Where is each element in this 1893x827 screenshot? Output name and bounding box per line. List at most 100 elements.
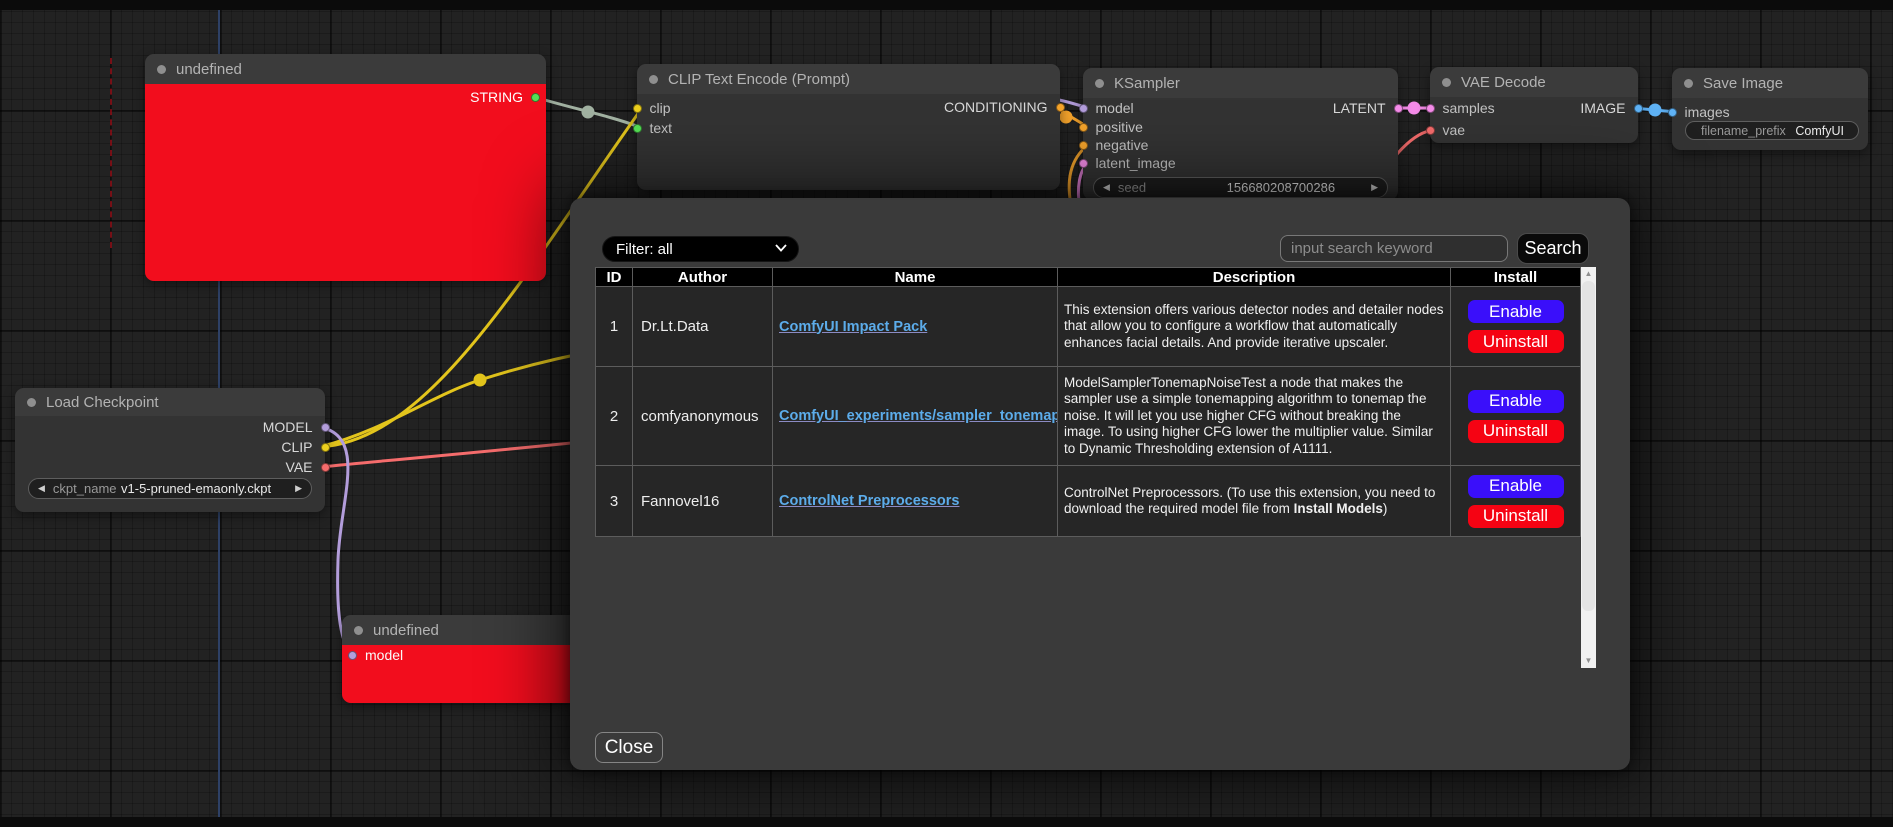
port-label: negative <box>1096 137 1149 153</box>
node-status-dot <box>1095 79 1104 88</box>
node-status-dot <box>27 398 36 407</box>
reroute-dot-string[interactable] <box>582 106 595 119</box>
seed-widget[interactable]: ◀ seed 156680208700286 ▶ <box>1093 177 1388 198</box>
node-vae-decode[interactable]: VAE Decode samples vae IMAGE <box>1430 67 1638 143</box>
enable-button[interactable]: Enable <box>1466 298 1566 325</box>
scroll-up-icon[interactable]: ▲ <box>1581 267 1596 281</box>
port-label: STRING <box>470 89 523 105</box>
port-dot-clip-out[interactable] <box>321 443 330 452</box>
cell-author: Fannovel16 <box>633 466 773 537</box>
input-negative[interactable]: negative <box>1079 135 1149 155</box>
port-dot-model-out[interactable] <box>321 423 330 432</box>
node-title: undefined <box>176 61 242 78</box>
port-label: IMAGE <box>1580 100 1625 116</box>
col-header-install: Install <box>1451 268 1581 287</box>
output-latent[interactable]: LATENT <box>1333 98 1403 118</box>
port-label: VAE <box>286 459 313 475</box>
description-bold: Install Models <box>1294 501 1383 516</box>
port-label: model <box>365 647 403 663</box>
uninstall-button[interactable]: Uninstall <box>1466 418 1566 445</box>
input-model[interactable]: model <box>1079 98 1134 118</box>
col-header-author: Author <box>633 268 773 287</box>
port-dot-image[interactable] <box>1634 104 1643 113</box>
input-vae[interactable]: vae <box>1426 120 1466 140</box>
increment-arrow-icon[interactable]: ▶ <box>1371 183 1378 192</box>
port-dot-text[interactable] <box>633 124 642 133</box>
extension-table-wrap: ID Author Name Description Install 1 Dr.… <box>595 267 1596 668</box>
port-dot-images[interactable] <box>1668 108 1677 117</box>
cell-description: ControlNet Preprocessors. (To use this e… <box>1058 466 1451 537</box>
uninstall-button[interactable]: Uninstall <box>1466 503 1566 530</box>
port-dot-vae[interactable] <box>1426 126 1435 135</box>
input-samples[interactable]: samples <box>1426 98 1495 118</box>
output-string[interactable]: STRING <box>470 87 540 107</box>
port-label: samples <box>1443 100 1495 116</box>
port-dot-positive[interactable] <box>1079 123 1088 132</box>
node-clip-text-encode[interactable]: CLIP Text Encode (Prompt) clip text COND… <box>637 64 1060 190</box>
col-header-id: ID <box>596 268 633 287</box>
filter-select[interactable]: Filter: all <box>602 236 799 262</box>
input-images[interactable]: images <box>1668 102 1730 122</box>
comfyui-canvas[interactable]: undefined STRING CLIP Text Encode (Promp… <box>0 0 1893 827</box>
port-dot-model-in[interactable] <box>348 651 357 660</box>
node-save-image[interactable]: Save Image images filename_prefix ComfyU… <box>1672 68 1868 150</box>
col-header-description: Description <box>1058 268 1451 287</box>
filter-dropdown-wrap: Filter: all <box>602 236 799 262</box>
extension-link[interactable]: ComfyUI_experiments/sampler_tonemap <box>779 408 1058 424</box>
reroute-dot-latent[interactable] <box>1408 102 1421 115</box>
uninstall-button[interactable]: Uninstall <box>1466 328 1566 355</box>
node-undefined-top[interactable]: undefined STRING <box>145 54 546 281</box>
port-dot-model[interactable] <box>1079 104 1088 113</box>
cell-author: Dr.Lt.Data <box>633 287 773 367</box>
port-dot-latent-image[interactable] <box>1079 159 1088 168</box>
scrollbar-thumb[interactable] <box>1582 281 1595 611</box>
scroll-down-icon[interactable]: ▼ <box>1581 654 1596 668</box>
port-dot-string[interactable] <box>531 93 540 102</box>
enable-button[interactable]: Enable <box>1466 388 1566 415</box>
search-button[interactable]: Search <box>1517 233 1589 264</box>
table-row: 3 Fannovel16 ControlNet Preprocessors Co… <box>596 466 1581 537</box>
cell-id: 1 <box>596 287 633 367</box>
node-status-dot <box>157 65 166 74</box>
decrement-arrow-icon[interactable]: ◀ <box>1103 183 1110 192</box>
output-conditioning[interactable]: CONDITIONING <box>944 97 1064 117</box>
filename-prefix-widget[interactable]: filename_prefix ComfyUI <box>1685 121 1859 140</box>
node-load-checkpoint[interactable]: Load Checkpoint MODEL CLIP VAE ◀ ckpt_na… <box>15 388 325 512</box>
close-button[interactable]: Close <box>595 732 663 763</box>
vertical-scrollbar[interactable]: ▲ ▼ <box>1581 267 1596 668</box>
reroute-dot-clip[interactable] <box>474 374 487 387</box>
output-vae[interactable]: VAE <box>286 457 330 477</box>
reroute-dot-image[interactable] <box>1649 104 1662 117</box>
search-input[interactable] <box>1280 235 1508 262</box>
table-header-row: ID Author Name Description Install <box>596 268 1581 287</box>
port-dot-conditioning[interactable] <box>1056 103 1065 112</box>
port-dot-samples[interactable] <box>1426 104 1435 113</box>
cell-id: 3 <box>596 466 633 537</box>
port-label: model <box>1096 100 1134 116</box>
node-title: CLIP Text Encode (Prompt) <box>668 71 850 88</box>
extension-link[interactable]: ComfyUI Impact Pack <box>779 319 927 335</box>
port-label: CONDITIONING <box>944 99 1047 115</box>
input-model[interactable]: model <box>348 645 403 665</box>
port-label: clip <box>650 100 671 116</box>
input-clip[interactable]: clip <box>633 98 671 118</box>
port-dot-clip[interactable] <box>633 104 642 113</box>
input-latent-image[interactable]: latent_image <box>1079 153 1176 173</box>
node-title: undefined <box>373 622 439 639</box>
output-image[interactable]: IMAGE <box>1580 98 1642 118</box>
enable-button[interactable]: Enable <box>1466 473 1566 500</box>
input-positive[interactable]: positive <box>1079 117 1143 137</box>
port-dot-negative[interactable] <box>1079 141 1088 150</box>
input-text[interactable]: text <box>633 118 673 138</box>
port-dot-latent[interactable] <box>1394 104 1403 113</box>
port-dot-vae-out[interactable] <box>321 463 330 472</box>
output-clip[interactable]: CLIP <box>281 437 329 457</box>
cell-description: ModelSamplerTonemapNoiseTest a node that… <box>1058 367 1451 466</box>
increment-arrow-icon[interactable]: ▶ <box>295 484 302 493</box>
node-title: Load Checkpoint <box>46 394 159 411</box>
extension-link[interactable]: ControlNet Preprocessors <box>779 493 960 509</box>
ckpt-name-widget[interactable]: ◀ ckpt_name v1-5-pruned-emaonly.ckpt ▶ <box>28 478 312 499</box>
node-ksampler[interactable]: KSampler model positive negative latent_… <box>1083 68 1398 200</box>
output-model[interactable]: MODEL <box>263 417 330 437</box>
decrement-arrow-icon[interactable]: ◀ <box>38 484 45 493</box>
